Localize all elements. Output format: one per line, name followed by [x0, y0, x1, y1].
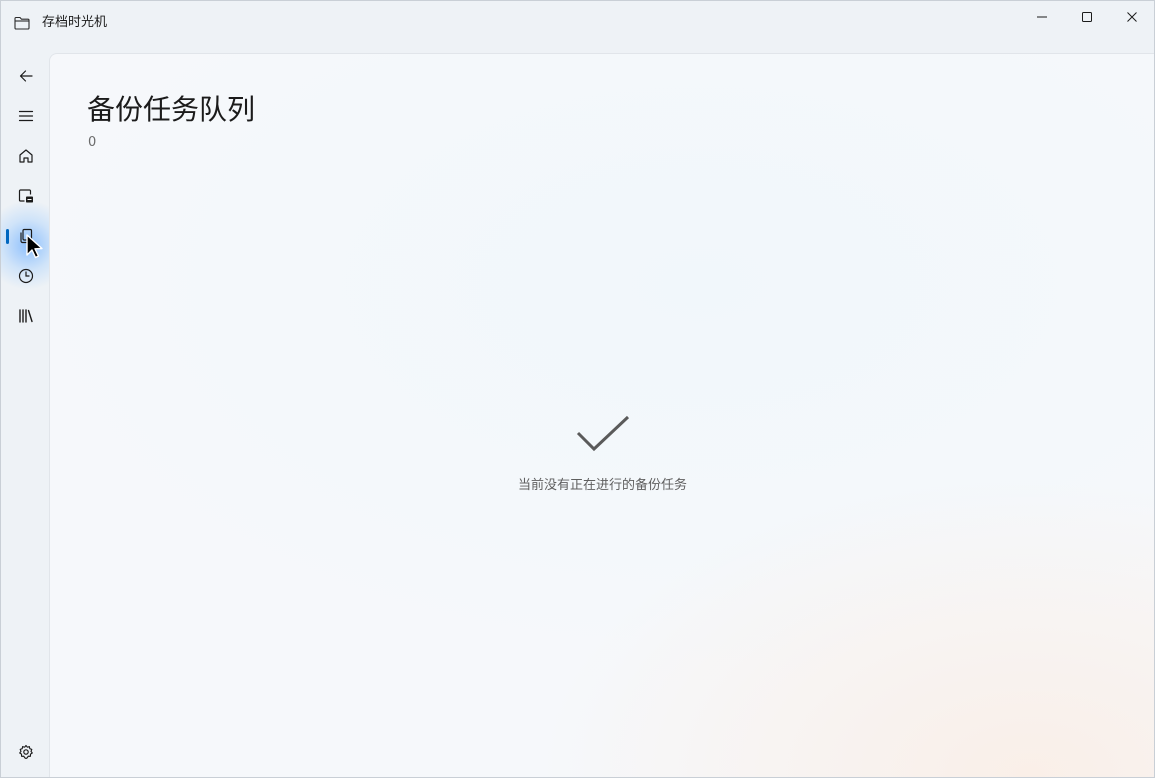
- navigation-rail: [1, 45, 73, 777]
- close-button[interactable]: [1109, 1, 1154, 33]
- minimize-button[interactable]: [1019, 1, 1065, 33]
- home-icon: [18, 148, 34, 164]
- empty-state: 当前没有正在进行的备份任务: [50, 414, 1154, 494]
- close-icon: [1126, 8, 1138, 27]
- maximize-button[interactable]: [1064, 1, 1110, 33]
- page-title: 备份任务队列: [87, 93, 256, 126]
- gear-icon: [18, 744, 34, 760]
- checkmark-icon: [576, 415, 629, 452]
- content-area: 备份任务队列 0 当前没有正在进行的备份任务: [49, 53, 1154, 777]
- task-count: 0: [88, 135, 97, 150]
- nav-item-history[interactable]: [6, 259, 46, 293]
- copy-icon: [18, 228, 34, 244]
- arrow-left-icon: [18, 68, 34, 84]
- library-icon: [18, 308, 34, 324]
- folder-icon: [13, 14, 31, 32]
- empty-message: 当前没有正在进行的备份任务: [517, 478, 687, 493]
- hamburger-icon: [18, 108, 34, 124]
- backup-icon: [18, 188, 34, 204]
- nav-item-settings[interactable]: [6, 735, 46, 769]
- selection-indicator: [6, 229, 9, 244]
- app-title: 存档时光机: [42, 15, 108, 30]
- nav-item-backup[interactable]: [6, 179, 46, 213]
- nav-item-home[interactable]: [6, 139, 46, 173]
- clock-icon: [18, 268, 34, 284]
- nav-item-library[interactable]: [6, 299, 46, 333]
- minimize-icon: [1036, 8, 1048, 27]
- back-button[interactable]: [6, 59, 46, 93]
- app-window: 存档时光机 备份任务队列 0 当前没有正在进行的备份任务: [0, 0, 1155, 778]
- nav-item-task-queue[interactable]: [6, 219, 46, 253]
- title-bar[interactable]: 存档时光机: [1, 1, 1154, 45]
- maximize-icon: [1081, 8, 1093, 27]
- menu-toggle-button[interactable]: [6, 99, 46, 133]
